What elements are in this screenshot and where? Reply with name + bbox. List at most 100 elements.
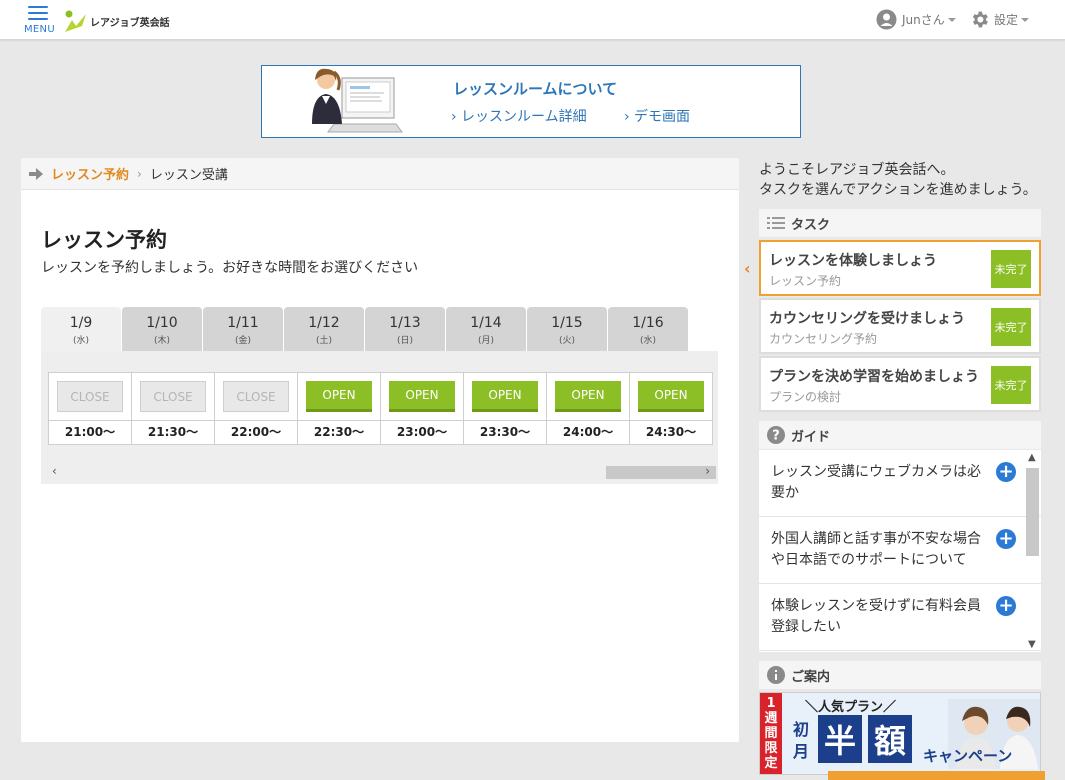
date-tab[interactable]: 1/14 (月)	[446, 307, 526, 351]
slot-column: OPEN 22:30～	[298, 372, 381, 445]
task-item[interactable]: カウンセリングを受けましょう カウンセリング予約 未完了	[759, 298, 1041, 354]
task-subtitle: レッスン予約	[769, 274, 842, 288]
task-item[interactable]: プランを決め学習を始めましょう プランの検討 未完了	[759, 356, 1041, 412]
scroll-down-arrow-icon[interactable]: ▼	[1028, 639, 1036, 650]
status-badge: 未完了	[991, 366, 1031, 404]
date-tab[interactable]: 1/16 (水)	[608, 307, 688, 351]
logo-mark-icon	[65, 10, 86, 32]
hamburger-icon	[28, 6, 48, 24]
user-menu[interactable]: Junさん	[876, 9, 956, 30]
date-tab[interactable]: 1/13 (日)	[365, 307, 445, 351]
slot-cell: OPEN	[630, 372, 712, 421]
lesson-room-detail-link[interactable]: › レッスンルーム詳細	[451, 106, 587, 126]
tab-date: 1/10	[146, 315, 178, 331]
page-subtitle: レッスンを予約しましょう。お好きな時間をお選びください	[41, 260, 419, 276]
close-slot-button[interactable]: CLOSE	[223, 381, 289, 412]
tab-weekday: (金)	[234, 336, 252, 346]
slot-column: CLOSE 21:00～	[49, 372, 132, 445]
open-slot-button[interactable]: OPEN	[472, 381, 538, 412]
date-tab[interactable]: 1/12 (土)	[284, 307, 364, 351]
settings-menu[interactable]: 設定	[969, 9, 1030, 30]
scroll-left-arrow-icon[interactable]: ‹	[52, 464, 57, 478]
promo-campaign-label: キャンペーン	[923, 747, 1013, 765]
arrow-right-icon	[29, 167, 43, 180]
slot-column: OPEN 24:00～	[547, 372, 630, 445]
date-tabs: 1/9 (水) 1/10 (木) 1/11 (金) 1/12 (土) 1/13 (日) 1…	[41, 307, 689, 351]
gear-icon	[972, 11, 988, 28]
close-slot-button[interactable]: CLOSE	[140, 381, 206, 412]
task-item[interactable]: レッスンを体験しましょう レッスン予約 未完了	[759, 240, 1041, 296]
guide-item-text: 体験レッスンを受けずに有料会員登録したい	[771, 598, 981, 635]
menu-label: MENU	[24, 24, 55, 35]
open-slot-button[interactable]: OPEN	[555, 381, 621, 412]
slot-time: 22:00～	[215, 421, 297, 445]
status-badge: 未完了	[991, 308, 1031, 346]
slot-time: 23:30～	[464, 421, 546, 445]
user-name: Junさん	[902, 13, 945, 27]
lesson-room-banner: レッスンルームについて › レッスンルーム詳細 › デモ画面	[261, 65, 801, 138]
settings-label: 設定	[994, 13, 1019, 27]
horizontal-scrollbar[interactable]: ‹ ›	[48, 464, 716, 479]
scroll-up-arrow-icon[interactable]: ▲	[1028, 452, 1036, 463]
promo-first-month: 初月	[793, 720, 810, 761]
tab-date: 1/9	[69, 315, 93, 331]
plus-icon[interactable]: +	[996, 596, 1016, 616]
slot-time: 23:00～	[381, 421, 463, 445]
tab-date: 1/15	[551, 315, 583, 331]
promo-price-char: 額	[868, 715, 912, 763]
breadcrumb-lesson-booking[interactable]: レッスン予約	[51, 164, 129, 183]
scroll-right-arrow-icon[interactable]: ›	[705, 464, 710, 478]
open-slot-button[interactable]: OPEN	[306, 381, 372, 412]
date-tab[interactable]: 1/15 (火)	[527, 307, 607, 351]
plus-icon[interactable]: +	[996, 529, 1016, 549]
slot-time: 21:00～	[49, 421, 131, 445]
date-tab[interactable]: 1/11 (金)	[203, 307, 283, 351]
guide-item[interactable]: 体験レッスンを受けずに有料会員登録したい +	[759, 584, 1041, 651]
close-slot-button[interactable]: CLOSE	[57, 381, 123, 412]
promo-popular-label: ＼人気プラン／	[805, 700, 897, 715]
plus-icon[interactable]: +	[996, 462, 1016, 482]
task-title: プランを決め学習を始めましょう	[769, 369, 979, 385]
open-slot-button[interactable]: OPEN	[638, 381, 704, 412]
vertical-scrollbar[interactable]: ▲ ▼	[1025, 452, 1040, 650]
status-badge: 未完了	[991, 250, 1031, 288]
tab-weekday: (月)	[477, 336, 495, 346]
breadcrumb: レッスン予約 › レッスン受講	[21, 158, 739, 190]
demo-screen-link[interactable]: › デモ画面	[624, 106, 690, 126]
welcome-message: ようこそレアジョブ英会話へ。 タスクを選んでアクションを進めましょう。	[759, 160, 1037, 200]
tab-weekday: (水)	[72, 336, 90, 346]
tasks-heading-label: タスク	[791, 217, 831, 233]
welcome-line-2: タスクを選んでアクションを進めましょう。	[759, 182, 1037, 198]
date-tab[interactable]: 1/10 (木)	[122, 307, 202, 351]
breadcrumb-separator: ›	[137, 166, 142, 181]
menu-button[interactable]: MENU	[24, 4, 56, 36]
guide-item-text: 外国人講師と話す事が不安な場合や日本語でのサポートについて	[771, 531, 981, 568]
info-icon	[767, 666, 785, 684]
campaign-banner[interactable]: 1週間限定 ＼人気プラン／ 初月 半 額 キャンペーン	[759, 692, 1041, 775]
logo-text: レアジョブ英会話	[90, 17, 170, 29]
guide-item[interactable]: 外国人講師と話す事が不安な場合や日本語でのサポートについて +	[759, 517, 1041, 584]
breadcrumb-lesson-attend: レッスン受講	[149, 168, 228, 183]
scrollbar-thumb[interactable]	[606, 466, 716, 479]
task-subtitle: プランの検討	[769, 390, 842, 404]
date-tab[interactable]: 1/9 (水)	[41, 307, 121, 351]
chevron-down-icon	[1021, 17, 1030, 22]
open-slot-button[interactable]: OPEN	[389, 381, 455, 412]
scrollbar-thumb[interactable]	[1026, 468, 1039, 556]
tab-weekday: (日)	[396, 336, 414, 346]
list-icon	[767, 217, 785, 229]
slot-time: 24:30～	[630, 421, 712, 445]
tab-date: 1/12	[308, 315, 340, 331]
info-heading-label: ご案内	[791, 669, 831, 685]
info-heading: ご案内	[759, 661, 1041, 689]
chevron-down-icon	[947, 17, 956, 22]
logo[interactable]: レアジョブ英会話	[62, 6, 170, 36]
slot-cell: CLOSE	[49, 372, 131, 421]
floating-action-bar[interactable]	[828, 771, 1045, 780]
guide-list: レッスン受講にウェブカメラは必要か + 外国人講師と話す事が不安な場合や日本語で…	[759, 450, 1041, 652]
task-title: カウンセリングを受けましょう	[769, 311, 965, 327]
tab-weekday: (土)	[315, 336, 333, 346]
tab-weekday: (火)	[558, 336, 576, 346]
time-slot-grid: CLOSE 21:00～ CLOSE 21:30～ CLOSE 22:00～ O…	[48, 372, 713, 445]
guide-item[interactable]: レッスン受講にウェブカメラは必要か +	[759, 450, 1041, 517]
